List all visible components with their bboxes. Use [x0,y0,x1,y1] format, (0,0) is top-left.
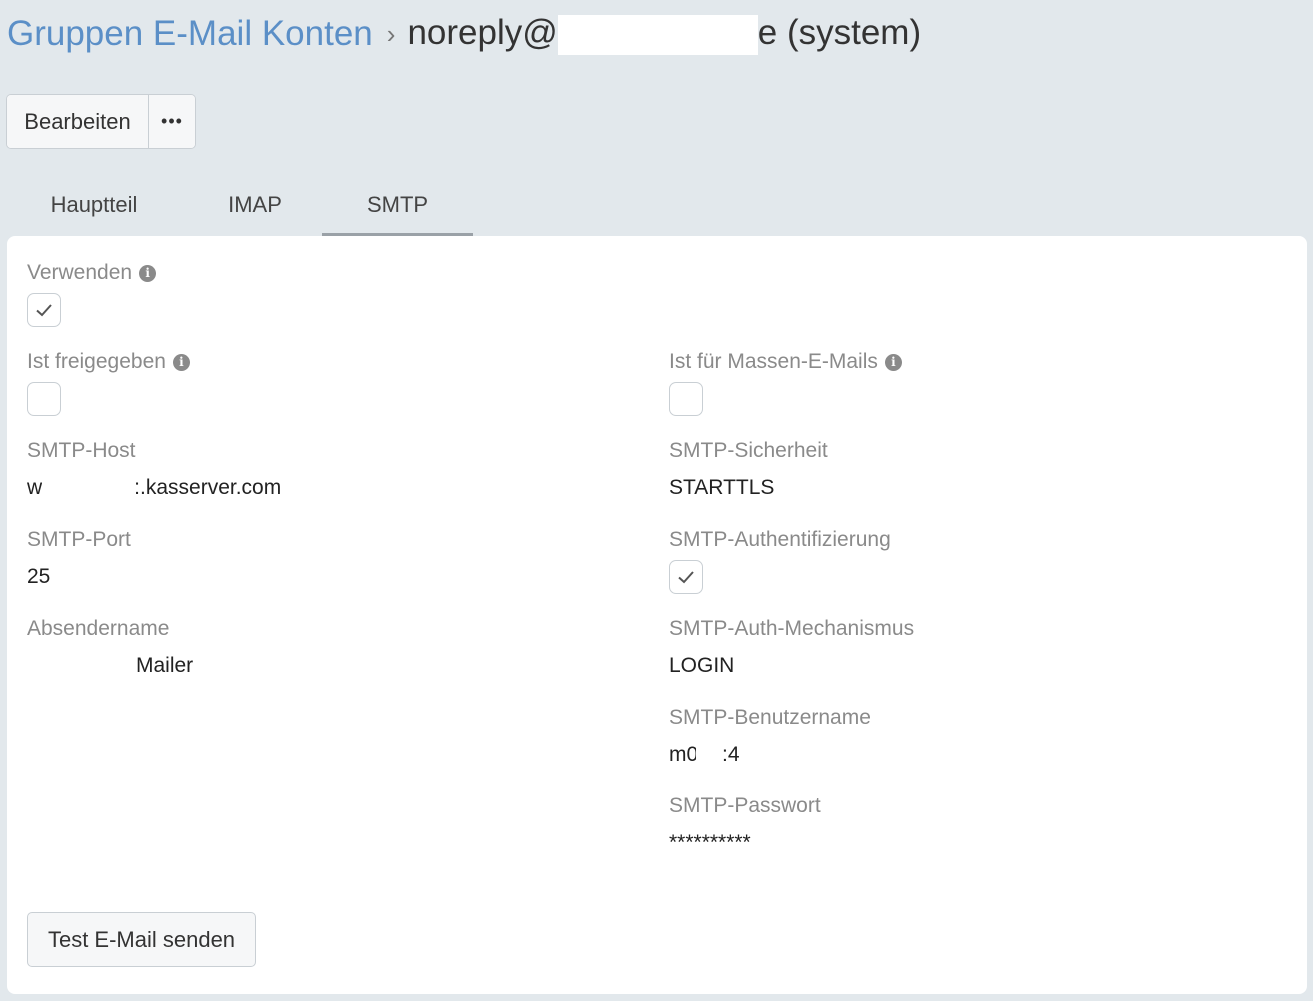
title-suffix: e (system) [757,13,922,53]
edit-button[interactable]: Bearbeiten [7,95,149,148]
field-smtp-port: SMTP-Port 25 [27,526,131,592]
tab-main[interactable]: Hauptteil [0,173,188,236]
page-title: noreply@ e (system) [407,13,921,55]
more-actions-button[interactable]: ••• [149,95,195,148]
redaction-block [696,742,723,768]
use-label: Verwenden [27,261,133,284]
smtp-auth-label: SMTP-Authentifizierung [669,528,891,551]
smtp-auth-mechanism-value: LOGIN [669,654,735,677]
smtp-auth-mechanism-label: SMTP-Auth-Mechanismus [669,617,915,640]
smtp-username-value: m0!:4 [669,742,740,768]
field-smtp-host: SMTP-Host w:.kasserver.com [27,437,281,503]
redaction-block [42,475,135,501]
smtp-security-value: STARTTLS [669,476,775,499]
redaction-block [557,14,758,55]
field-sender-name: Absendername Mailer [27,615,193,681]
info-icon[interactable]: i [172,353,190,371]
sender-name-label: Absendername [27,617,170,640]
mass-email-checkbox[interactable] [669,382,703,416]
shared-checkbox[interactable] [27,382,61,416]
smtp-port-value: 25 [27,565,51,588]
field-smtp-username: SMTP-Benutzername m0!:4 [669,704,871,770]
action-button-group: Bearbeiten ••• [6,94,196,149]
tab-imap[interactable]: IMAP [188,173,322,236]
info-icon[interactable]: i [884,353,902,371]
field-smtp-auth-mechanism: SMTP-Auth-Mechanismus LOGIN [669,615,914,681]
check-icon [36,304,52,317]
field-smtp-password: SMTP-Passwort ********** [669,792,821,858]
shared-label: Ist freigegeben [27,350,166,373]
info-icon[interactable]: i [139,264,157,282]
tab-bar: Hauptteil IMAP SMTP [0,173,473,236]
field-mass-email: Ist für Massen-E-Mails i [669,348,902,416]
check-icon [678,571,694,584]
field-use: Verwenden i [27,259,157,327]
field-shared: Ist freigegeben i [27,348,190,416]
breadcrumb: Gruppen E-Mail Konten › noreply@ e (syste… [7,12,921,56]
breadcrumb-separator: › [386,18,396,49]
smtp-security-label: SMTP-Sicherheit [669,439,828,462]
use-checkbox[interactable] [27,293,61,327]
breadcrumb-parent-link[interactable]: Gruppen E-Mail Konten [7,14,373,54]
smtp-port-label: SMTP-Port [27,528,131,551]
mass-email-label: Ist für Massen-E-Mails [669,350,878,373]
send-test-email-button[interactable]: Test E-Mail senden [27,912,256,967]
smtp-panel: Verwenden i Ist freigegeben i Ist für Mass… [7,236,1307,994]
smtp-username-label: SMTP-Benutzername [669,706,871,729]
sender-name-value: Mailer [136,654,194,677]
smtp-password-label: SMTP-Passwort [669,794,821,817]
smtp-host-label: SMTP-Host [27,439,136,462]
field-smtp-security: SMTP-Sicherheit STARTTLS [669,437,828,503]
tab-smtp[interactable]: SMTP [322,173,473,236]
smtp-password-value: ********** [669,831,751,854]
smtp-host-value: w:.kasserver.com [27,475,282,501]
title-prefix: noreply@ [407,13,558,53]
smtp-auth-checkbox[interactable] [669,560,703,594]
field-smtp-auth: SMTP-Authentifizierung [669,526,891,594]
